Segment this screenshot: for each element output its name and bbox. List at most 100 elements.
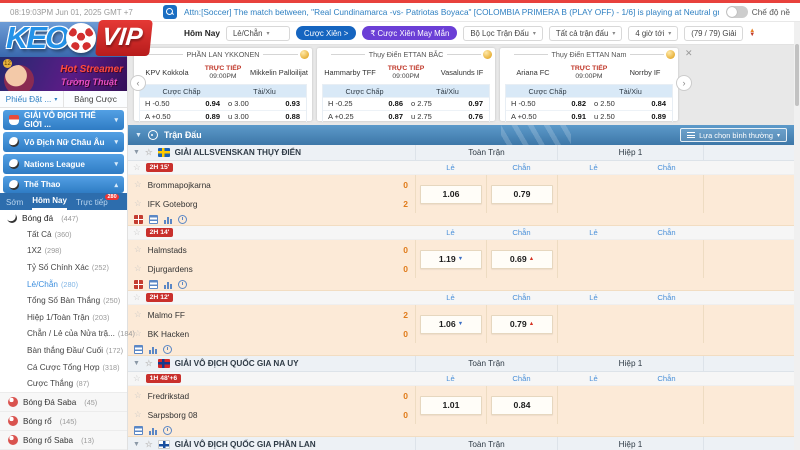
match-history-icon[interactable] xyxy=(163,345,172,354)
league-count-chip[interactable]: (79 / 79) Giải xyxy=(684,26,743,41)
even-odds-button[interactable]: 0.84 xyxy=(491,396,553,415)
favorite-star-icon[interactable]: ☆ xyxy=(133,373,141,384)
team-name[interactable]: Halmstads xyxy=(148,245,187,255)
bet-card-icon[interactable] xyxy=(134,280,143,289)
handicap-odds[interactable]: 0.86 xyxy=(361,99,411,108)
favorite-star-icon[interactable]: ☆ xyxy=(145,439,153,450)
subtab-live[interactable]: Trực tiếp 280 xyxy=(76,198,108,210)
carousel-prev-button[interactable]: ‹ xyxy=(130,75,146,91)
sidebar-bet-type-item[interactable]: Cá Cược Tổng Hợp(318) xyxy=(0,359,127,376)
favorite-star-icon[interactable]: ☆ xyxy=(134,244,142,255)
match-list-icon[interactable] xyxy=(134,345,143,354)
sidebar-bet-type-item[interactable]: Cược Thắng(87) xyxy=(0,375,127,392)
even-odds-button[interactable]: 0.79▲ xyxy=(491,315,553,334)
favorite-star-icon[interactable]: ☆ xyxy=(134,390,142,401)
sidebar-bet-type-item[interactable]: Tổng Số Bàn Thắng(250) xyxy=(0,292,127,309)
lucky-parlay-button[interactable]: ₹ Cược Xiên May Mắn xyxy=(362,26,457,40)
team-name[interactable]: IFK Goteborg xyxy=(148,199,198,209)
sidebar-bet-type-item[interactable]: Bàn thắng Đầu/ Cuối(172) xyxy=(0,342,127,359)
subtab-today[interactable]: Hôm Nay xyxy=(32,196,67,210)
over-under-odds[interactable]: 0.97 xyxy=(447,99,489,108)
match-history-icon[interactable] xyxy=(178,280,187,289)
odd-odds-button[interactable]: 1.06 xyxy=(420,185,482,204)
over-under-odds[interactable]: 0.88 xyxy=(264,112,306,121)
team-name[interactable]: Brommapojkarna xyxy=(148,180,211,190)
tab-bet-board[interactable]: Bảng Cược xyxy=(64,91,127,107)
parlay-button[interactable]: Cược Xiên > xyxy=(296,26,356,40)
favorite-star-icon[interactable]: ☆ xyxy=(134,328,142,339)
odd-even-select[interactable]: Lẻ/Chẵn ▾ xyxy=(226,26,290,41)
collapse-chevron-icon[interactable]: ▼ xyxy=(133,441,140,448)
stats-chart-icon[interactable] xyxy=(149,426,157,435)
sort-icon[interactable]: ▲▼ xyxy=(749,29,755,38)
even-odds-button[interactable]: 0.79 xyxy=(491,185,553,204)
keovip-logo[interactable]: KEO VIP xyxy=(6,13,151,63)
sidebar-bet-type-item[interactable]: Tất Cả(360) xyxy=(0,226,127,243)
match-list-icon[interactable] xyxy=(149,215,158,224)
collapse-chevron-icon[interactable]: ▼ xyxy=(135,132,142,139)
team-name[interactable]: Djurgardens xyxy=(148,264,193,274)
subtab-early[interactable]: Sớm xyxy=(6,198,23,210)
sidebar-item-soccer[interactable]: Bóng đá (447) xyxy=(0,210,127,226)
stats-chart-icon[interactable] xyxy=(164,280,172,289)
favorite-star-icon[interactable]: ☆ xyxy=(134,179,142,190)
sidebar-section[interactable]: Vô Địch Nữ Châu Âu▾ xyxy=(3,132,124,152)
sidebar-extra-sport-item[interactable]: Bóng Đá Saba(45) xyxy=(0,393,127,412)
close-icon[interactable]: ✕ xyxy=(685,48,693,59)
match-history-icon[interactable] xyxy=(178,215,187,224)
favorite-star-icon[interactable]: ☆ xyxy=(133,292,141,303)
team-name[interactable]: Malmo FF xyxy=(148,310,185,320)
sidebar-extra-sport-item[interactable]: Bóng rổ Saba(13) xyxy=(0,431,127,450)
favorite-star-icon[interactable]: ☆ xyxy=(133,162,141,173)
sidebar-section[interactable]: Nations League▾ xyxy=(3,154,124,174)
carousel-next-button[interactable]: › xyxy=(676,75,692,91)
tab-bet-slip[interactable]: Phiếu Đặt ... ▾ xyxy=(0,91,64,107)
even-odds-button[interactable]: 0.69▲ xyxy=(491,250,553,269)
sidebar-bet-type-item[interactable]: Tỷ Số Chính Xác(252) xyxy=(0,259,127,276)
favorite-star-icon[interactable]: ☆ xyxy=(134,198,142,209)
handicap-odds[interactable]: 0.91 xyxy=(544,112,594,121)
match-list-icon[interactable] xyxy=(149,280,158,289)
bet-card-icon[interactable] xyxy=(134,215,143,224)
handicap-odds[interactable]: 0.94 xyxy=(178,99,228,108)
favorite-star-icon[interactable]: ☆ xyxy=(134,409,142,420)
sidebar-item-the-thao[interactable]: Thế Thao ▴ xyxy=(3,176,124,193)
stats-chart-icon[interactable] xyxy=(149,345,157,354)
coin-icon[interactable] xyxy=(483,50,492,59)
collapse-chevron-icon[interactable]: ▼ xyxy=(133,149,140,156)
sidebar-bet-type-item[interactable]: 1X2(298) xyxy=(0,243,127,260)
handicap-odds[interactable]: 0.89 xyxy=(178,112,228,121)
sidebar-bet-type-item[interactable]: Chẵn / Lẻ của Nửa trậ...(184) xyxy=(0,326,127,343)
odd-odds-button[interactable]: 1.19▼ xyxy=(420,250,482,269)
team-name[interactable]: BK Hacken xyxy=(148,329,190,339)
handicap-odds[interactable]: 0.82 xyxy=(544,99,594,108)
favorite-star-icon[interactable]: ☆ xyxy=(145,358,153,369)
over-under-odds[interactable]: 0.84 xyxy=(630,99,672,108)
match-filter-select[interactable]: Bộ Lọc Trận Đấu ▾ xyxy=(463,26,543,41)
coin-icon[interactable] xyxy=(666,50,675,59)
odd-odds-button[interactable]: 1.01 xyxy=(420,396,482,415)
coin-icon[interactable] xyxy=(300,50,309,59)
odd-odds-button[interactable]: 1.06▼ xyxy=(420,315,482,334)
collapse-chevron-icon[interactable]: ▼ xyxy=(133,360,140,367)
favorite-star-icon[interactable]: ☆ xyxy=(133,227,141,238)
sidebar-extra-sport-item[interactable]: Bóng rổ(145) xyxy=(0,412,127,431)
dark-mode-toggle[interactable] xyxy=(726,6,748,18)
over-under-odds[interactable]: 0.89 xyxy=(630,112,672,121)
scrollbar-thumb[interactable] xyxy=(795,44,799,106)
all-matches-select[interactable]: Tất cả trận đấu ▾ xyxy=(549,26,622,41)
sidebar-section[interactable]: GIẢI VÔ ĐỊCH THẾ GIỚI ...▾ xyxy=(3,110,124,130)
sidebar-bet-type-item[interactable]: Lẻ/Chẵn(280) xyxy=(0,276,127,293)
hours-select[interactable]: 4 giờ tới ▾ xyxy=(628,26,678,41)
handicap-odds[interactable]: 0.87 xyxy=(361,112,411,121)
favorite-star-icon[interactable]: ☆ xyxy=(145,147,153,158)
match-history-icon[interactable] xyxy=(163,426,172,435)
view-mode-button[interactable]: Lựa chọn bình thường ▾ xyxy=(680,128,787,142)
team-name[interactable]: Fredrikstad xyxy=(148,391,190,401)
over-under-odds[interactable]: 0.93 xyxy=(264,99,306,108)
favorite-star-icon[interactable]: ☆ xyxy=(134,263,142,274)
match-list-icon[interactable] xyxy=(134,426,143,435)
favorite-star-icon[interactable]: ☆ xyxy=(134,309,142,320)
search-icon[interactable] xyxy=(163,5,177,19)
team-name[interactable]: Sarpsborg 08 xyxy=(148,410,198,420)
